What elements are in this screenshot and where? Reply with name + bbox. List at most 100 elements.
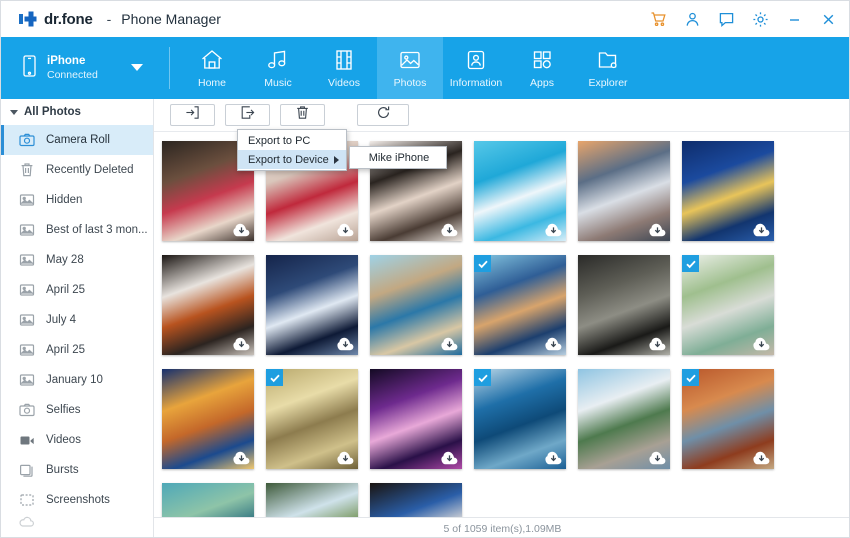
sidebar-item-screenshots[interactable]: Screenshots xyxy=(1,485,153,515)
tab-home[interactable]: Home xyxy=(179,37,245,99)
thumbnail-image xyxy=(162,483,254,517)
selection-checkbox[interactable] xyxy=(682,369,699,386)
menu-item-export-to-pc[interactable]: Export to PC xyxy=(238,131,346,150)
sidebar-item-bursts[interactable]: Bursts xyxy=(1,455,153,485)
tab-videos[interactable]: Videos xyxy=(311,37,377,99)
photo-thumbnail[interactable] xyxy=(162,369,254,469)
submenu-item-mike-iphone[interactable]: Mike iPhone xyxy=(350,148,446,167)
videos-icon xyxy=(331,48,357,72)
download-badge-icon[interactable] xyxy=(233,223,250,237)
photo-thumbnail[interactable] xyxy=(266,255,358,355)
refresh-icon xyxy=(376,105,391,125)
download-badge-icon[interactable] xyxy=(753,223,770,237)
sidebar-item-videos[interactable]: Videos xyxy=(1,425,153,455)
tab-explorer[interactable]: Explorer xyxy=(575,37,641,99)
sidebar-item-may-28[interactable]: May 28 xyxy=(1,245,153,275)
tab-photos[interactable]: Photos xyxy=(377,37,443,99)
download-badge-icon[interactable] xyxy=(233,451,250,465)
sidebar-item-january-10[interactable]: January 10 xyxy=(1,365,153,395)
photo-thumbnail[interactable] xyxy=(474,369,566,469)
photo-thumbnail[interactable] xyxy=(266,483,358,517)
selection-status: 5 of 1059 item(s),1.09MB xyxy=(443,522,562,535)
sidebar-item-label: April 25 xyxy=(46,344,85,356)
photo-thumbnail[interactable] xyxy=(682,369,774,469)
device-selector[interactable]: iPhone Connected xyxy=(1,37,169,99)
sidebar-item-label: Best of last 3 mon... xyxy=(46,224,148,236)
account-icon[interactable] xyxy=(684,11,701,28)
download-badge-icon[interactable] xyxy=(441,223,458,237)
photo-grid-container[interactable] xyxy=(154,132,849,517)
minimize-icon[interactable] xyxy=(786,11,803,28)
photo-thumbnail[interactable] xyxy=(370,369,462,469)
photo-thumbnail[interactable] xyxy=(474,255,566,355)
dr-fone-window: dr.fone - Phone Manager iPhone Connected… xyxy=(0,0,850,538)
photo-thumbnail[interactable] xyxy=(266,369,358,469)
import-button[interactable] xyxy=(170,104,215,126)
download-badge-icon[interactable] xyxy=(545,337,562,351)
phone-icon xyxy=(21,54,38,83)
tab-apps[interactable]: Apps xyxy=(509,37,575,99)
selection-checkbox[interactable] xyxy=(682,255,699,272)
download-badge-icon[interactable] xyxy=(337,223,354,237)
close-icon[interactable] xyxy=(820,11,837,28)
cloud-icon xyxy=(19,515,35,529)
refresh-button[interactable] xyxy=(357,104,409,126)
download-badge-icon[interactable] xyxy=(441,451,458,465)
download-badge-icon[interactable] xyxy=(753,337,770,351)
video-icon xyxy=(19,432,35,448)
settings-gear-icon[interactable] xyxy=(752,11,769,28)
selection-checkbox[interactable] xyxy=(474,369,491,386)
device-status: Connected xyxy=(47,68,98,81)
photo-thumbnail[interactable] xyxy=(370,255,462,355)
menu-item-export-to-device[interactable]: Export to Device xyxy=(238,150,346,169)
camera-icon xyxy=(19,132,35,148)
download-badge-icon[interactable] xyxy=(649,337,666,351)
delete-button[interactable] xyxy=(280,104,325,126)
tab-music[interactable]: Music xyxy=(245,37,311,99)
sidebar-item-best-of-last-3-months[interactable]: Best of last 3 mon... xyxy=(1,215,153,245)
title-bar: dr.fone - Phone Manager xyxy=(1,1,849,37)
sidebar-item-selfies[interactable]: Selfies xyxy=(1,395,153,425)
download-badge-icon[interactable] xyxy=(649,223,666,237)
tab-information[interactable]: Information xyxy=(443,37,509,99)
sidebar-item-hidden[interactable]: Hidden xyxy=(1,185,153,215)
download-badge-icon[interactable] xyxy=(753,451,770,465)
photo-thumbnail[interactable] xyxy=(578,369,670,469)
image-icon xyxy=(19,342,35,358)
photo-thumbnail[interactable] xyxy=(578,255,670,355)
photo-thumbnail[interactable] xyxy=(682,141,774,241)
sidebar-header-all-photos[interactable]: All Photos xyxy=(1,99,153,125)
photo-thumbnail[interactable] xyxy=(474,141,566,241)
feedback-icon[interactable] xyxy=(718,11,735,28)
download-badge-icon[interactable] xyxy=(233,337,250,351)
photo-thumbnail[interactable] xyxy=(162,483,254,517)
photo-thumbnail[interactable] xyxy=(682,255,774,355)
download-badge-icon[interactable] xyxy=(337,451,354,465)
sidebar: All Photos Camera Roll Recently Deleted … xyxy=(1,99,154,537)
download-badge-icon[interactable] xyxy=(649,451,666,465)
chevron-right-icon xyxy=(334,156,339,164)
export-arrow-icon xyxy=(240,105,255,125)
sidebar-item-april-25-b[interactable]: April 25 xyxy=(1,335,153,365)
export-button[interactable] xyxy=(225,104,270,126)
photo-thumbnail[interactable] xyxy=(578,141,670,241)
photo-thumbnail[interactable] xyxy=(370,483,462,517)
selection-checkbox[interactable] xyxy=(266,369,283,386)
download-badge-icon[interactable] xyxy=(441,337,458,351)
sidebar-item-recently-deleted[interactable]: Recently Deleted xyxy=(1,155,153,185)
selection-checkbox[interactable] xyxy=(474,255,491,272)
photo-thumbnail[interactable] xyxy=(162,255,254,355)
sidebar-item-july-4[interactable]: July 4 xyxy=(1,305,153,335)
status-bar: 5 of 1059 item(s),1.09MB xyxy=(154,517,849,537)
sidebar-item-camera-roll[interactable]: Camera Roll xyxy=(1,125,153,155)
trash-icon xyxy=(295,105,310,125)
download-badge-icon[interactable] xyxy=(545,451,562,465)
chevron-down-icon[interactable] xyxy=(131,64,143,71)
sidebar-item-april-25-a[interactable]: April 25 xyxy=(1,275,153,305)
download-badge-icon[interactable] xyxy=(337,337,354,351)
download-badge-icon[interactable] xyxy=(545,223,562,237)
cart-icon[interactable] xyxy=(650,11,667,28)
nav-bar: iPhone Connected Home Music Videos Photo… xyxy=(1,37,849,99)
music-icon xyxy=(265,48,291,72)
sidebar-item-partial[interactable] xyxy=(1,515,153,529)
